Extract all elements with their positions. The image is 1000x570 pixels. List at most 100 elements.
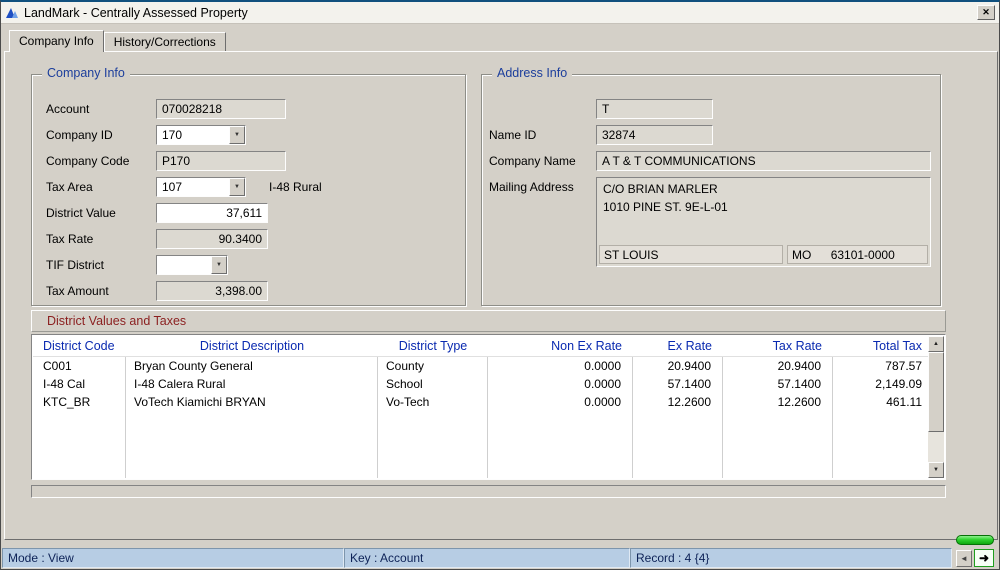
status-bar: Mode : View Key : Account Record : 4 {4} [2,548,998,568]
company-info-legend: Company Info [42,66,130,80]
cell-ex-rate: 12.2600 [633,393,723,411]
company-name-label: Company Name [489,154,576,168]
tax-area-value: 107 [162,180,183,194]
cell-tax-rate: 20.9400 [723,357,833,375]
district-value-label: District Value [46,206,116,220]
col-district-code: District Code [43,339,115,353]
col-tax-rate: Tax Rate [772,339,822,353]
scroll-down-icon[interactable]: ▼ [928,462,944,478]
tab-history-corrections[interactable]: History/Corrections [103,32,226,51]
cell-district-code: C001 [33,357,126,375]
cell-district-description: VoTech Kiamichi BRYAN [126,393,378,411]
cell-district-type: School [378,375,488,393]
tif-district-label: TIF District [46,258,104,272]
empty-cell [633,411,723,478]
empty-cell [33,411,126,478]
cell-non-ex-rate: 0.0000 [488,357,633,375]
state-zip-field: MO 63101-0000 [787,245,928,264]
scrollbar-thumb[interactable] [928,352,944,432]
cell-tax-rate: 12.2600 [723,393,833,411]
tax-area-dropdown[interactable]: 107 ▼ [156,177,246,197]
account-field: 070028218 [156,99,286,119]
tax-rate-field: 90.3400 [156,229,268,249]
col-district-type: District Type [398,339,468,353]
cell-district-type: County [378,357,488,375]
col-non-ex-rate: Non Ex Rate [551,339,622,353]
progress-indicator [956,535,994,545]
empty-status-strip [31,485,946,498]
tax-amount-label: Tax Amount [46,284,109,298]
table-filler-row [33,411,928,478]
chevron-down-icon[interactable]: ▼ [229,178,245,196]
district-table: District Code District Description Distr… [31,334,946,480]
company-code-label: Company Code [46,154,130,168]
empty-cell [488,411,633,478]
mailing-address-label: Mailing Address [489,180,574,194]
next-record-icon[interactable]: ➜ [974,549,994,567]
close-icon[interactable]: ✕ [977,5,995,20]
cell-ex-rate: 20.9400 [633,357,723,375]
zip-value: 63101-0000 [830,248,895,262]
status-key: Key : Account [344,548,630,568]
mailing-address-field: C/O BRIAN MARLER 1010 PINE ST. 9E-L-01 S… [596,177,931,267]
city-field: ST LOUIS [599,245,783,264]
account-label: Account [46,102,90,116]
tax-area-label: Tax Area [46,180,93,194]
company-code-field: P170 [156,151,286,171]
district-value-input[interactable]: 37,611 [156,203,268,223]
name-id-label: Name ID [489,128,537,142]
prev-record-icon[interactable]: ◄ [956,550,972,567]
app-window: LandMark - Centrally Assessed Property ✕… [0,0,1000,570]
empty-cell [833,411,928,478]
empty-cell [723,411,833,478]
status-record: Record : 4 {4} [630,548,952,568]
name-id-field: 32874 [596,125,713,145]
scroll-up-icon[interactable]: ▲ [928,336,944,352]
chevron-down-icon[interactable]: ▼ [229,126,245,144]
table-row[interactable]: C001 Bryan County General County 0.0000 … [33,357,928,375]
table-header-row: District Code District Description Distr… [33,336,928,357]
tif-district-dropdown[interactable]: ▼ [156,255,228,275]
cell-non-ex-rate: 0.0000 [488,393,633,411]
table-row[interactable]: I-48 Cal I-48 Calera Rural School 0.0000… [33,375,928,393]
cell-district-description: Bryan County General [126,357,378,375]
tab-strip: Company Info History/Corrections [9,30,226,52]
cell-district-description: I-48 Calera Rural [126,375,378,393]
window-title: LandMark - Centrally Assessed Property [24,5,248,20]
name-type-field: T [596,99,713,119]
tax-area-name-text: I-48 Rural [269,180,322,194]
vertical-scrollbar[interactable]: ▲ ▼ [928,336,944,478]
table-body: C001 Bryan County General County 0.0000 … [33,357,928,478]
col-total-tax: Total Tax [872,339,922,353]
cell-tax-rate: 57.1400 [723,375,833,393]
cell-non-ex-rate: 0.0000 [488,375,633,393]
company-name-field: A T & T COMMUNICATIONS [596,151,931,171]
cell-total-tax: 2,149.09 [875,377,922,391]
cell-ex-rate: 57.1400 [633,375,723,393]
tab-company-info[interactable]: Company Info [9,30,104,52]
cell-district-code: I-48 Cal [33,375,126,393]
cell-district-type: Vo-Tech [378,393,488,411]
address-info-legend: Address Info [492,66,573,80]
tif-district-value [157,256,211,274]
title-bar: LandMark - Centrally Assessed Property ✕ [1,2,999,24]
col-ex-rate: Ex Rate [667,339,712,353]
address-line-1: C/O BRIAN MARLER [603,182,718,196]
state-value: MO [792,248,812,262]
company-id-dropdown[interactable]: 170 ▼ [156,125,246,145]
empty-cell [126,411,378,478]
table-row[interactable]: KTC_BR VoTech Kiamichi BRYAN Vo-Tech 0.0… [33,393,928,411]
chevron-down-icon[interactable]: ▼ [211,256,227,274]
app-icon [6,8,18,18]
cell-district-code: KTC_BR [33,393,126,411]
company-id-value: 170 [162,128,183,142]
cell-total-tax: 461.11 [886,395,922,409]
address-line-2: 1010 PINE ST. 9E-L-01 [603,200,728,214]
cell-total-tax: 787.57 [885,359,922,373]
tax-amount-field: 3,398.00 [156,281,268,301]
status-mode: Mode : View [2,548,344,568]
empty-cell [378,411,488,478]
tax-rate-label: Tax Rate [46,232,94,246]
district-section-title: District Values and Taxes [31,310,946,332]
company-id-label: Company ID [46,128,113,142]
